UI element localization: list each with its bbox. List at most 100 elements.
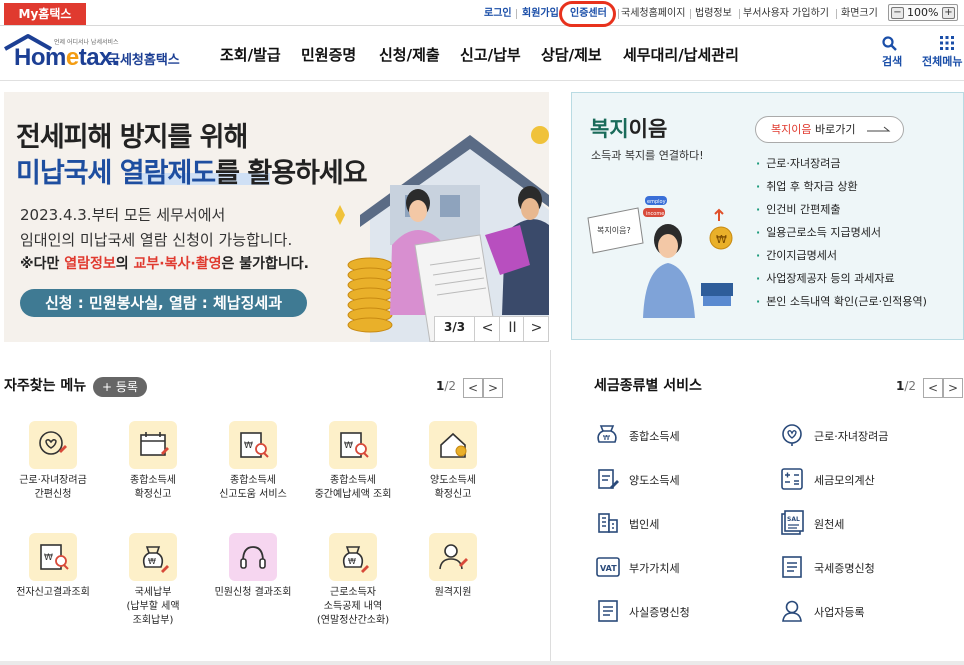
search-button[interactable]: 검색 <box>882 53 902 69</box>
screen-size-label: 화면크기 <box>841 8 878 19</box>
menu-item-earned-income-credit[interactable] <box>29 421 77 469</box>
document-search-icon: ₩ <box>340 432 369 458</box>
welfare-title-dark: 이음 <box>628 117 668 141</box>
menu-label-line: (연말정산간소화) <box>316 615 390 626</box>
tax-next-button[interactable]: > <box>943 378 963 398</box>
gnb-tax-agent[interactable]: 세무대리/납세관리 <box>623 44 739 65</box>
menu-item-income-tax-return[interactable] <box>129 421 177 469</box>
pager-total: /2 <box>444 379 457 393</box>
menu-item-year-end-deduction[interactable]: ₩ <box>329 533 377 581</box>
tax-prev-button[interactable]: < <box>923 378 943 398</box>
tax-item-business-registration[interactable]: 사업자등록 <box>814 604 865 620</box>
note-text: 은 불가합니다. <box>221 256 309 272</box>
util-separator <box>516 9 517 19</box>
menu-item-interim-prepayment[interactable]: ₩ <box>329 421 377 469</box>
gnb-apply-submit[interactable]: 신청/제출 <box>379 44 440 65</box>
illus-won-coin: ₩ <box>716 233 727 246</box>
nts-home-link[interactable]: 국세청홈페이지 <box>621 6 685 22</box>
vat-icon: VAT <box>596 557 620 577</box>
heart-hand-icon <box>39 431 67 455</box>
house-icon <box>440 432 467 458</box>
search-icon[interactable] <box>882 36 897 51</box>
header-divider <box>0 80 964 81</box>
document-list-icon <box>782 556 802 578</box>
person-edit-icon <box>439 544 468 570</box>
signup-link[interactable]: 회원가입 <box>522 6 559 22</box>
menu-item-tax-payment[interactable]: ₩ <box>129 533 177 581</box>
banner-title-line1: 전세피해 방지를 위해 <box>16 122 248 153</box>
tax-item-corporate[interactable]: 법인세 <box>629 516 659 532</box>
menu-item-income-tax-help[interactable]: ₩ <box>229 421 277 469</box>
hometax-logo[interactable]: Hometax. <box>14 44 119 72</box>
frequent-next-button[interactable]: > <box>483 378 503 398</box>
zoom-in-button[interactable]: + <box>942 7 955 19</box>
zoom-out-button[interactable]: − <box>891 7 904 19</box>
tax-item-fact-certificate[interactable]: 사실증명신청 <box>629 604 690 620</box>
arrow-right-icon <box>867 126 891 132</box>
heart-hand-icon <box>782 424 802 446</box>
tax-item-comprehensive-income[interactable]: 종합소득세 <box>629 428 680 444</box>
gnb-civil-cert[interactable]: 민원증명 <box>301 44 356 65</box>
pager-total: /2 <box>904 379 917 393</box>
util-separator <box>690 9 691 19</box>
register-button[interactable]: + 등록 <box>93 377 147 397</box>
tax-item-tax-certificate[interactable]: 국세증명신청 <box>814 560 875 576</box>
menu-item-capital-gains[interactable] <box>429 421 477 469</box>
welfare-item[interactable]: 본인 소득내역 확인(근로·인적용역) <box>756 293 927 309</box>
menu-item-remote-support[interactable] <box>429 533 477 581</box>
document-search-icon: ₩ <box>40 544 69 570</box>
sal-glyph: SAL <box>787 516 800 523</box>
welfare-item[interactable]: 사업장제공자 등의 과세자료 <box>756 270 894 286</box>
gnb-report-pay[interactable]: 신고/납부 <box>460 44 521 65</box>
menu-label-line: 종합소득세 <box>130 475 176 486</box>
all-menu-button[interactable]: 전체메뉴 <box>922 53 962 69</box>
banner-counter: 3/3 <box>444 320 466 334</box>
login-link[interactable]: 로그인 <box>484 6 512 22</box>
my-hometax-tab[interactable]: My홈택스 <box>4 3 86 25</box>
tax-item-vat[interactable]: 부가가치세 <box>629 560 680 576</box>
logo-text-e: e <box>65 44 79 71</box>
dept-signup-link[interactable]: 부서사용자 가입하기 <box>743 6 829 22</box>
won-glyph: ₩ <box>603 434 610 442</box>
tax-item-tax-simulation[interactable]: 세금모의계산 <box>814 472 875 488</box>
menu-label-line: 간편신청 <box>34 489 72 500</box>
tax-item-capital-gains[interactable]: 양도소득세 <box>629 472 680 488</box>
won-glyph: ₩ <box>44 553 53 563</box>
welfare-btn-text: 바로가기 <box>811 123 856 136</box>
banner-prev-button[interactable]: < <box>474 316 500 342</box>
zoom-value: 100% <box>907 6 939 19</box>
logo-name: 국세청홈택스 <box>108 53 180 68</box>
building-icon <box>598 513 618 533</box>
welfare-illustration: 복지이음? income employ ₩ <box>587 196 733 318</box>
welfare-item[interactable]: 일용근로소득 지급명세서 <box>756 224 881 240</box>
menu-label-line: 중간예납세액 조회 <box>314 489 392 500</box>
welfare-item[interactable]: 취업 후 학자금 상환 <box>756 178 857 194</box>
welfare-subtitle: 소득과 복지를 연결하다! <box>591 149 704 162</box>
illus-tag-income: income <box>646 211 664 217</box>
document-list-icon <box>598 600 618 622</box>
menu-label: 양도소득세 확정신고 <box>403 474 503 502</box>
salary-document-icon: SAL <box>781 510 804 535</box>
person-icon <box>782 600 802 622</box>
banner-next-button[interactable]: > <box>523 316 549 342</box>
gnb-inquiry[interactable]: 조회/발급 <box>220 44 281 65</box>
banner-pause-button[interactable]: II <box>499 316 525 342</box>
menu-item-civil-result[interactable] <box>229 533 277 581</box>
gnb-consult[interactable]: 상담/제보 <box>541 44 602 65</box>
won-glyph: ₩ <box>148 557 156 566</box>
law-info-link[interactable]: 법령정보 <box>695 6 732 22</box>
menu-item-e-filing-result[interactable]: ₩ <box>29 533 77 581</box>
tax-item-earned-income-credit[interactable]: 근로·자녀장려금 <box>814 428 888 444</box>
document-edit-icon <box>598 469 619 489</box>
menu-label: 종합소득세 확정신고 <box>103 474 203 502</box>
welfare-item[interactable]: 인건비 간편제출 <box>756 201 840 217</box>
menu-label: 종합소득세 신고도움 서비스 <box>203 474 303 502</box>
welfare-item[interactable]: 간이지급명세서 <box>756 247 837 263</box>
tax-item-withholding[interactable]: 원천세 <box>814 516 844 532</box>
frequent-prev-button[interactable]: < <box>463 378 483 398</box>
banner-desc-line2: 임대인의 미납국세 열람 신청이 가능합니다. <box>20 231 293 249</box>
menu-label: 전자신고결과조회 <box>3 586 103 600</box>
grid-menu-icon[interactable] <box>940 36 954 50</box>
welfare-go-button[interactable]: 복지이음 바로가기 <box>755 116 904 143</box>
welfare-item[interactable]: 근로·자녀장려금 <box>756 155 840 171</box>
